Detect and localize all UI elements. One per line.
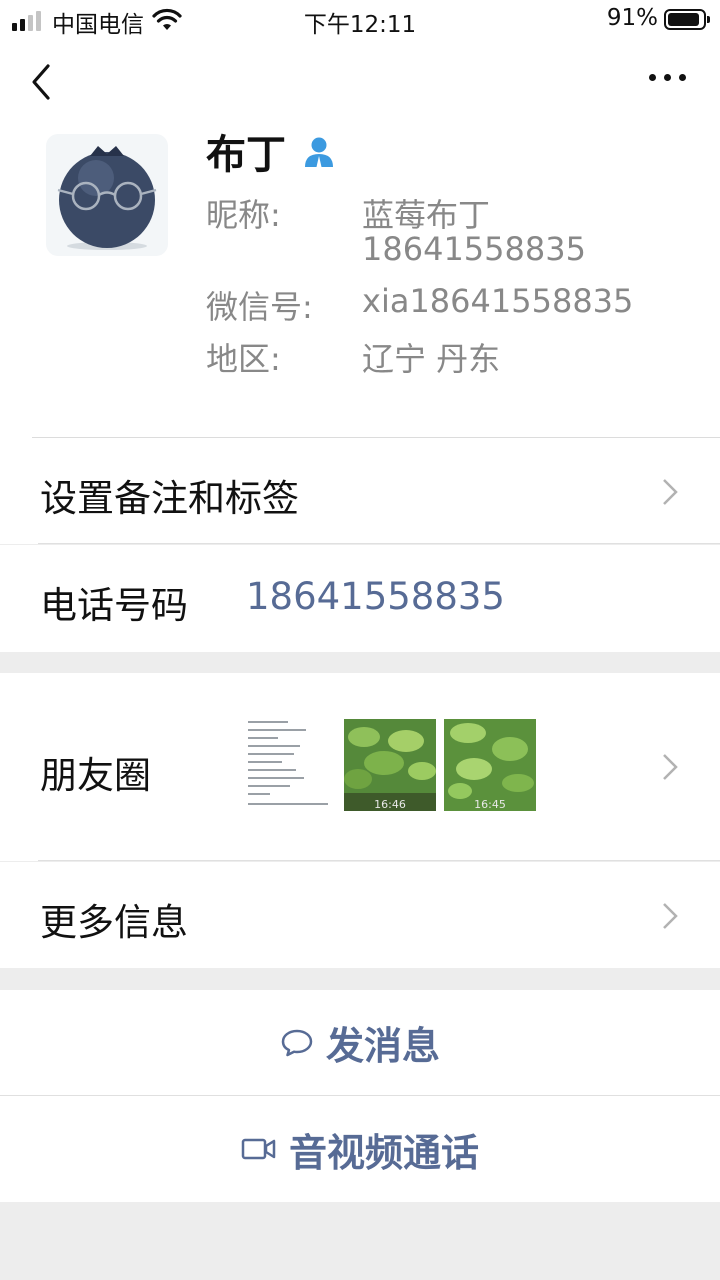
thumb-time: 16:45	[474, 798, 506, 811]
region-value: 辽宁 丹东	[362, 340, 501, 378]
battery-percent: 91%	[606, 5, 658, 31]
name-row: 布丁	[206, 122, 336, 180]
nickname-label: 昵称:	[206, 196, 281, 234]
profile-header: 布丁 昵称: 蓝莓布丁 18641558835 微信号: xia18641558…	[0, 120, 720, 438]
status-bar: 中国电信 下午12:11 91%	[0, 0, 720, 40]
video-call-button[interactable]: 音视频通话	[0, 1096, 720, 1202]
divider	[38, 860, 720, 861]
moments-thumb-photo: 16:46	[344, 719, 436, 811]
phone-label: 电话号码	[40, 584, 188, 627]
nickname-line2: 18641558835	[362, 230, 586, 268]
battery-icon	[664, 9, 710, 30]
moments-thumb-text	[244, 719, 336, 811]
avatar-blueberry-image	[57, 146, 157, 250]
chat-bubble-icon	[281, 1029, 313, 1056]
battery-fill	[668, 13, 699, 26]
moments-thumb-photo: 16:45	[444, 719, 536, 811]
send-message-label: 发消息	[325, 1024, 440, 1068]
remark-cell[interactable]: 设置备注和标签	[0, 438, 720, 544]
chevron-right-icon	[663, 754, 678, 780]
moments-cell[interactable]: 朋友圈 16:46 16:45	[0, 673, 720, 861]
region-label: 地区:	[206, 340, 281, 378]
phone-cell: 电话号码 18641558835	[0, 545, 720, 652]
person-icon	[305, 137, 333, 167]
back-chevron-icon[interactable]	[28, 62, 58, 102]
moments-thumbnails: 16:46 16:45	[244, 719, 536, 811]
wechat-id-label: 微信号:	[206, 288, 313, 326]
video-call-label: 音视频通话	[288, 1130, 479, 1175]
more-info-label: 更多信息	[40, 901, 188, 944]
divider	[38, 543, 720, 544]
remark-label: 设置备注和标签	[40, 477, 299, 520]
avatar[interactable]	[46, 134, 168, 256]
video-camera-icon	[241, 1138, 276, 1160]
more-info-cell[interactable]: 更多信息	[0, 862, 720, 968]
phone-number-link[interactable]: 18641558835	[246, 575, 505, 618]
contact-name: 布丁	[206, 132, 286, 178]
more-dots-icon[interactable]	[649, 74, 686, 81]
thumb-time: 16:46	[374, 798, 406, 811]
wechat-id-value[interactable]: xia18641558835	[362, 282, 633, 320]
chevron-right-icon	[663, 903, 678, 929]
moments-label: 朋友圈	[40, 754, 151, 797]
nav-bar	[0, 40, 720, 120]
chevron-right-icon	[663, 479, 678, 505]
send-message-button[interactable]: 发消息	[0, 990, 720, 1095]
